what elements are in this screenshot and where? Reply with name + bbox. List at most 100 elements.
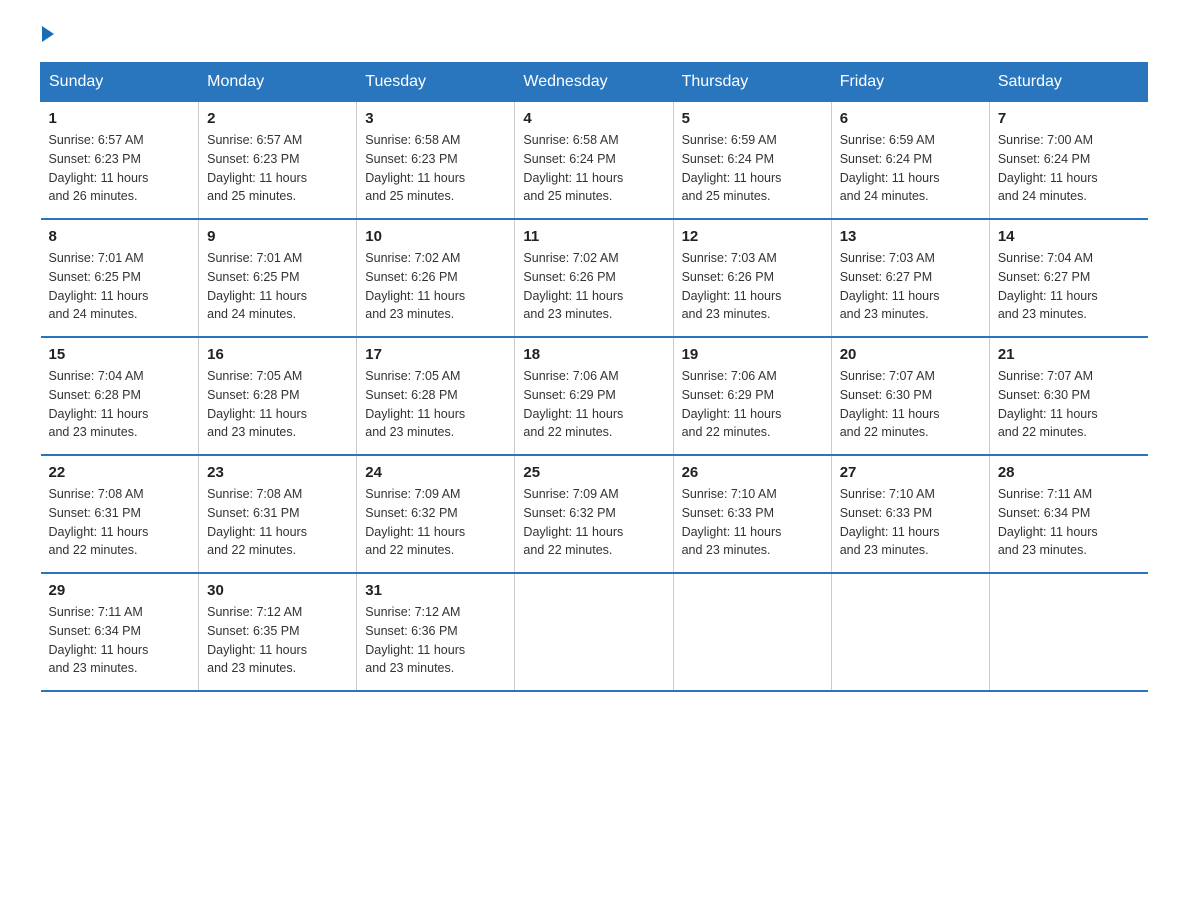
day-cell: 13 Sunrise: 7:03 AM Sunset: 6:27 PM Dayl… [831,219,989,337]
day-info: Sunrise: 6:58 AM Sunset: 6:23 PM Dayligh… [365,131,506,206]
week-row-4: 22 Sunrise: 7:08 AM Sunset: 6:31 PM Dayl… [41,455,1148,573]
day-info: Sunrise: 6:57 AM Sunset: 6:23 PM Dayligh… [49,131,191,206]
day-number: 10 [365,228,506,245]
day-cell: 24 Sunrise: 7:09 AM Sunset: 6:32 PM Dayl… [357,455,515,573]
day-cell: 5 Sunrise: 6:59 AM Sunset: 6:24 PM Dayli… [673,102,831,220]
day-number: 12 [682,228,823,245]
day-info: Sunrise: 7:01 AM Sunset: 6:25 PM Dayligh… [49,249,191,324]
week-row-5: 29 Sunrise: 7:11 AM Sunset: 6:34 PM Dayl… [41,573,1148,691]
day-number: 21 [998,346,1140,363]
column-header-sunday: Sunday [41,63,199,102]
day-info: Sunrise: 7:08 AM Sunset: 6:31 PM Dayligh… [207,485,348,560]
day-info: Sunrise: 7:03 AM Sunset: 6:26 PM Dayligh… [682,249,823,324]
day-number: 26 [682,464,823,481]
week-row-3: 15 Sunrise: 7:04 AM Sunset: 6:28 PM Dayl… [41,337,1148,455]
column-header-wednesday: Wednesday [515,63,673,102]
week-row-2: 8 Sunrise: 7:01 AM Sunset: 6:25 PM Dayli… [41,219,1148,337]
day-number: 8 [49,228,191,245]
column-header-tuesday: Tuesday [357,63,515,102]
day-info: Sunrise: 7:12 AM Sunset: 6:36 PM Dayligh… [365,603,506,678]
day-cell: 16 Sunrise: 7:05 AM Sunset: 6:28 PM Dayl… [199,337,357,455]
day-number: 16 [207,346,348,363]
day-cell: 20 Sunrise: 7:07 AM Sunset: 6:30 PM Dayl… [831,337,989,455]
day-number: 7 [998,110,1140,127]
day-cell: 9 Sunrise: 7:01 AM Sunset: 6:25 PM Dayli… [199,219,357,337]
column-header-thursday: Thursday [673,63,831,102]
day-number: 20 [840,346,981,363]
day-cell: 18 Sunrise: 7:06 AM Sunset: 6:29 PM Dayl… [515,337,673,455]
page-header [40,30,1148,42]
day-number: 2 [207,110,348,127]
day-cell: 19 Sunrise: 7:06 AM Sunset: 6:29 PM Dayl… [673,337,831,455]
day-info: Sunrise: 6:59 AM Sunset: 6:24 PM Dayligh… [840,131,981,206]
day-cell: 23 Sunrise: 7:08 AM Sunset: 6:31 PM Dayl… [199,455,357,573]
day-info: Sunrise: 7:05 AM Sunset: 6:28 PM Dayligh… [207,367,348,442]
day-number: 9 [207,228,348,245]
day-number: 4 [523,110,664,127]
day-cell: 10 Sunrise: 7:02 AM Sunset: 6:26 PM Dayl… [357,219,515,337]
day-info: Sunrise: 7:10 AM Sunset: 6:33 PM Dayligh… [840,485,981,560]
day-cell: 30 Sunrise: 7:12 AM Sunset: 6:35 PM Dayl… [199,573,357,691]
day-info: Sunrise: 7:08 AM Sunset: 6:31 PM Dayligh… [49,485,191,560]
day-cell: 28 Sunrise: 7:11 AM Sunset: 6:34 PM Dayl… [989,455,1147,573]
day-number: 15 [49,346,191,363]
day-number: 6 [840,110,981,127]
column-header-monday: Monday [199,63,357,102]
day-info: Sunrise: 6:59 AM Sunset: 6:24 PM Dayligh… [682,131,823,206]
day-cell [831,573,989,691]
column-header-friday: Friday [831,63,989,102]
day-number: 29 [49,582,191,599]
day-info: Sunrise: 7:02 AM Sunset: 6:26 PM Dayligh… [365,249,506,324]
day-cell: 2 Sunrise: 6:57 AM Sunset: 6:23 PM Dayli… [199,102,357,220]
day-cell: 17 Sunrise: 7:05 AM Sunset: 6:28 PM Dayl… [357,337,515,455]
day-info: Sunrise: 7:07 AM Sunset: 6:30 PM Dayligh… [840,367,981,442]
day-info: Sunrise: 7:01 AM Sunset: 6:25 PM Dayligh… [207,249,348,324]
calendar-header-row: SundayMondayTuesdayWednesdayThursdayFrid… [41,63,1148,102]
day-cell: 26 Sunrise: 7:10 AM Sunset: 6:33 PM Dayl… [673,455,831,573]
day-cell: 21 Sunrise: 7:07 AM Sunset: 6:30 PM Dayl… [989,337,1147,455]
day-info: Sunrise: 7:09 AM Sunset: 6:32 PM Dayligh… [523,485,664,560]
day-info: Sunrise: 7:06 AM Sunset: 6:29 PM Dayligh… [682,367,823,442]
day-cell: 31 Sunrise: 7:12 AM Sunset: 6:36 PM Dayl… [357,573,515,691]
day-number: 18 [523,346,664,363]
day-number: 22 [49,464,191,481]
calendar-table: SundayMondayTuesdayWednesdayThursdayFrid… [40,62,1148,692]
day-number: 3 [365,110,506,127]
logo-arrow-icon [42,26,54,42]
day-info: Sunrise: 7:09 AM Sunset: 6:32 PM Dayligh… [365,485,506,560]
day-number: 31 [365,582,506,599]
day-cell: 11 Sunrise: 7:02 AM Sunset: 6:26 PM Dayl… [515,219,673,337]
day-cell: 1 Sunrise: 6:57 AM Sunset: 6:23 PM Dayli… [41,102,199,220]
day-number: 13 [840,228,981,245]
day-cell [515,573,673,691]
day-cell: 29 Sunrise: 7:11 AM Sunset: 6:34 PM Dayl… [41,573,199,691]
day-cell: 7 Sunrise: 7:00 AM Sunset: 6:24 PM Dayli… [989,102,1147,220]
logo [40,30,54,42]
day-cell: 25 Sunrise: 7:09 AM Sunset: 6:32 PM Dayl… [515,455,673,573]
day-number: 24 [365,464,506,481]
day-info: Sunrise: 7:12 AM Sunset: 6:35 PM Dayligh… [207,603,348,678]
day-info: Sunrise: 7:00 AM Sunset: 6:24 PM Dayligh… [998,131,1140,206]
day-info: Sunrise: 6:57 AM Sunset: 6:23 PM Dayligh… [207,131,348,206]
day-cell: 14 Sunrise: 7:04 AM Sunset: 6:27 PM Dayl… [989,219,1147,337]
day-number: 27 [840,464,981,481]
day-info: Sunrise: 7:04 AM Sunset: 6:28 PM Dayligh… [49,367,191,442]
day-info: Sunrise: 7:03 AM Sunset: 6:27 PM Dayligh… [840,249,981,324]
day-info: Sunrise: 6:58 AM Sunset: 6:24 PM Dayligh… [523,131,664,206]
day-info: Sunrise: 7:06 AM Sunset: 6:29 PM Dayligh… [523,367,664,442]
day-cell [989,573,1147,691]
day-number: 1 [49,110,191,127]
day-cell: 12 Sunrise: 7:03 AM Sunset: 6:26 PM Dayl… [673,219,831,337]
day-info: Sunrise: 7:11 AM Sunset: 6:34 PM Dayligh… [998,485,1140,560]
day-number: 28 [998,464,1140,481]
day-cell: 8 Sunrise: 7:01 AM Sunset: 6:25 PM Dayli… [41,219,199,337]
day-cell: 27 Sunrise: 7:10 AM Sunset: 6:33 PM Dayl… [831,455,989,573]
column-header-saturday: Saturday [989,63,1147,102]
day-number: 19 [682,346,823,363]
day-cell: 4 Sunrise: 6:58 AM Sunset: 6:24 PM Dayli… [515,102,673,220]
day-number: 17 [365,346,506,363]
day-number: 30 [207,582,348,599]
week-row-1: 1 Sunrise: 6:57 AM Sunset: 6:23 PM Dayli… [41,102,1148,220]
day-cell: 22 Sunrise: 7:08 AM Sunset: 6:31 PM Dayl… [41,455,199,573]
day-cell: 3 Sunrise: 6:58 AM Sunset: 6:23 PM Dayli… [357,102,515,220]
